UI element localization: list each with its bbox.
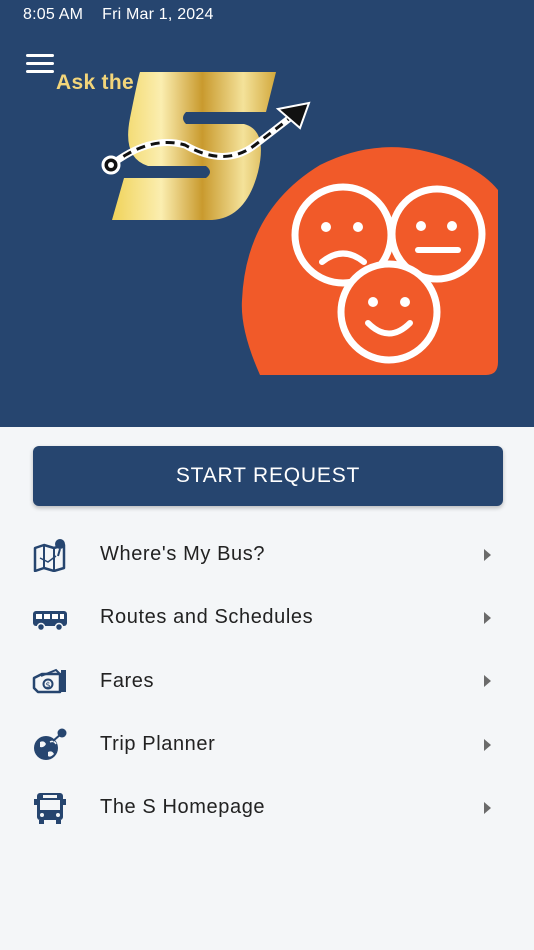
map-pin-icon	[33, 538, 66, 572]
chevron-right-icon	[484, 801, 491, 814]
menu-item-label: Where's My Bus?	[100, 543, 266, 566]
svg-text:$: $	[46, 681, 51, 690]
menu-item-trip-planner[interactable]: Trip Planner	[0, 713, 534, 776]
hero-banner: 8:05 AM Fri Mar 1, 2024 Ask the	[0, 0, 534, 427]
chevron-right-icon	[484, 675, 491, 688]
globe-pin-icon	[34, 728, 67, 760]
chevron-right-icon	[484, 738, 491, 751]
chevron-right-icon	[484, 548, 491, 561]
menu-item-label: Trip Planner	[100, 733, 216, 756]
brand-ask-text: Ask the	[56, 71, 134, 94]
feedback-faces-icon	[241, 147, 498, 375]
menu-item-wheres-my-bus[interactable]: Where's My Bus?	[0, 523, 534, 586]
menu-item-s-homepage[interactable]: The S Homepage	[0, 776, 534, 839]
menu-item-routes-schedules[interactable]: Routes and Schedules	[0, 586, 534, 649]
bus-icon	[33, 610, 67, 632]
brand-logo	[101, 72, 498, 375]
menu-item-fares[interactable]: $ Fares	[0, 650, 534, 713]
bus-front-icon	[34, 792, 66, 824]
start-request-button[interactable]: START REQUEST	[33, 446, 503, 506]
chevron-right-icon	[484, 611, 491, 624]
menu-item-label: Fares	[100, 669, 155, 692]
menu-list: Where's My Bus? Routes and Schedules $ F…	[0, 523, 534, 839]
menu-item-label: The S Homepage	[100, 796, 266, 819]
fare-cash-icon: $	[32, 669, 66, 694]
menu-item-label: Routes and Schedules	[100, 606, 314, 629]
